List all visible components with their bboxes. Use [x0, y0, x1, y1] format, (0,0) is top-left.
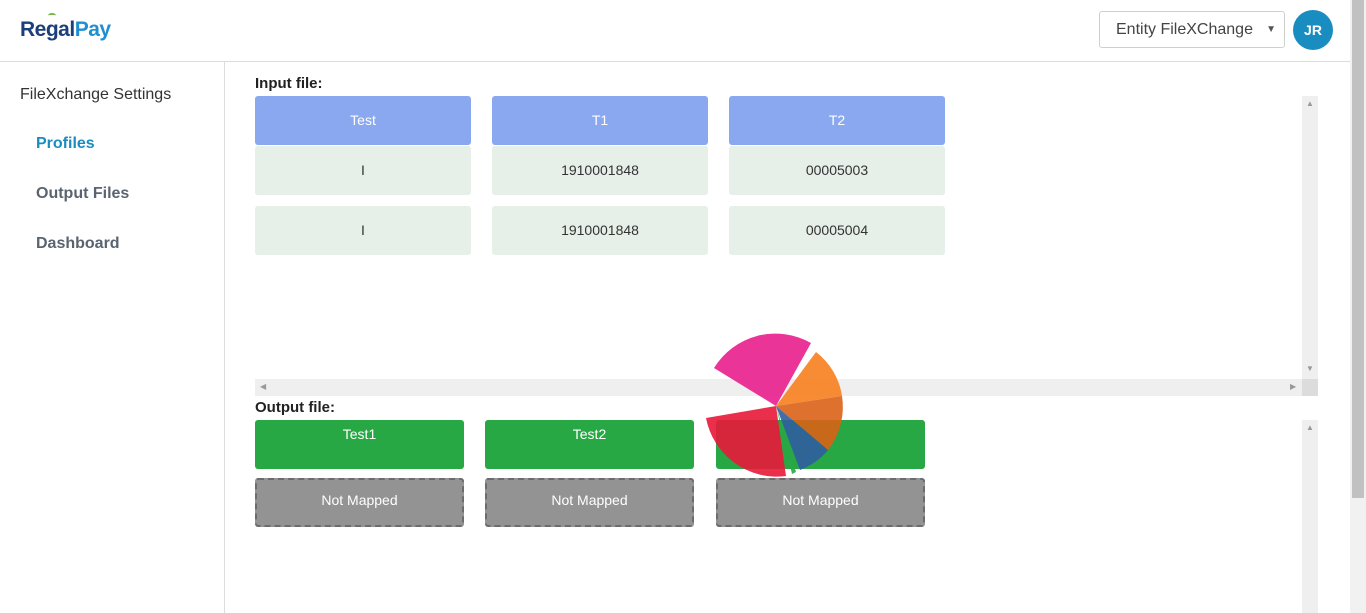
not-mapped-dropzone[interactable]: Not Mapped [485, 478, 694, 527]
input-column-header[interactable]: T2 [729, 96, 945, 145]
not-mapped-dropzone[interactable]: Not Mapped [255, 478, 464, 527]
logo-text-pay: Pay [74, 18, 111, 41]
scroll-left-icon[interactable]: ◀ [260, 382, 266, 391]
input-cell: I [255, 146, 471, 195]
page-scrollbar[interactable] [1350, 0, 1366, 613]
scroll-right-icon[interactable]: ▶ [1290, 382, 1296, 391]
output-column-header[interactable]: Test2 [485, 420, 694, 469]
avatar[interactable]: JR [1293, 10, 1333, 50]
input-cell: 00005003 [729, 146, 945, 195]
output-file-label: Output file: [255, 399, 335, 416]
input-vertical-scrollbar[interactable]: ▲ ▼ [1302, 96, 1318, 379]
input-cell: 00005004 [729, 206, 945, 255]
sidebar-item-dashboard[interactable]: Dashboard [36, 235, 120, 253]
input-file-label: Input file: [255, 75, 323, 92]
logo-text-regal: Regal [20, 18, 75, 41]
loading-spinner-icon [706, 333, 843, 477]
page-scrollbar-thumb[interactable] [1352, 0, 1364, 498]
output-vertical-scrollbar[interactable]: ▲ [1302, 420, 1318, 613]
sidebar-item-profiles[interactable]: Profiles [36, 135, 95, 153]
input-cell: 1910001848 [492, 206, 708, 255]
scroll-up-icon[interactable]: ▲ [1306, 423, 1314, 432]
top-header: RegalPay Entity FileXChange ▼ JR [0, 0, 1350, 62]
input-column-header[interactable]: T1 [492, 96, 708, 145]
input-cell: 1910001848 [492, 146, 708, 195]
input-cell: I [255, 206, 471, 255]
output-column-header[interactable]: Test1 [255, 420, 464, 469]
scrollbar-corner [1302, 379, 1318, 396]
spinner-segment [706, 406, 786, 477]
regalpay-logo[interactable]: RegalPay [20, 13, 111, 42]
sidebar-item-output-files[interactable]: Output Files [36, 185, 129, 203]
caret-down-icon: ▼ [1266, 24, 1276, 35]
entity-select-value: Entity FileXChange [1116, 21, 1253, 38]
scroll-down-icon[interactable]: ▼ [1306, 364, 1314, 373]
logo-leaf-icon [48, 13, 56, 18]
input-column-header[interactable]: Test [255, 96, 471, 145]
entity-select[interactable]: Entity FileXChange ▼ [1099, 11, 1285, 48]
scroll-up-icon[interactable]: ▲ [1306, 99, 1314, 108]
sidebar-title: FileXchange Settings [20, 86, 172, 103]
sidebar: FileXchange Settings Profiles Output Fil… [0, 62, 225, 613]
